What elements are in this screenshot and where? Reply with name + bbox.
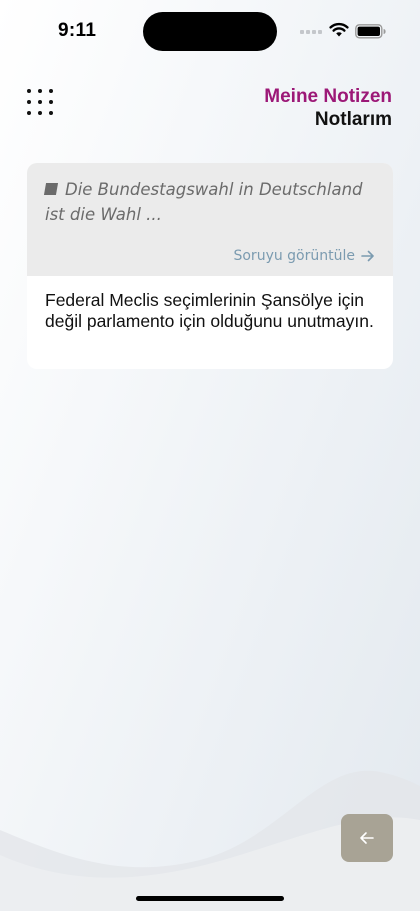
square-bullet-icon bbox=[43, 183, 59, 195]
grid-dots-icon[interactable] bbox=[26, 88, 56, 118]
question-text: Die Bundestagswahl in Deutschland ist di… bbox=[45, 180, 363, 224]
question-preview: Die Bundestagswahl in Deutschland ist di… bbox=[43, 177, 375, 227]
header-titles: Meine Notizen Notlarım bbox=[264, 86, 392, 132]
wifi-icon bbox=[329, 22, 349, 37]
page-title-tr: Notlarım bbox=[314, 109, 392, 130]
back-button[interactable] bbox=[341, 814, 393, 862]
arrow-left-icon bbox=[360, 832, 374, 844]
battery-icon bbox=[355, 24, 386, 39]
note-body-text: Federal Meclis seçimlerinin Şansölye içi… bbox=[45, 290, 374, 331]
page-title-de: Meine Notizen bbox=[264, 86, 392, 107]
note-question: Die Bundestagswahl in Deutschland ist di… bbox=[27, 163, 393, 276]
status-time: 9:11 bbox=[58, 20, 97, 41]
view-question-label: Soruyu görüntüle bbox=[233, 248, 355, 264]
view-question-link[interactable]: Soruyu görüntüle bbox=[233, 248, 375, 264]
home-indicator bbox=[136, 896, 284, 901]
arrow-right-icon bbox=[361, 250, 374, 262]
note-card: Die Bundestagswahl in Deutschland ist di… bbox=[27, 163, 393, 369]
status-bar: 9:11 bbox=[0, 0, 420, 60]
dynamic-island bbox=[143, 12, 277, 51]
cellular-signal-icon bbox=[300, 30, 322, 34]
